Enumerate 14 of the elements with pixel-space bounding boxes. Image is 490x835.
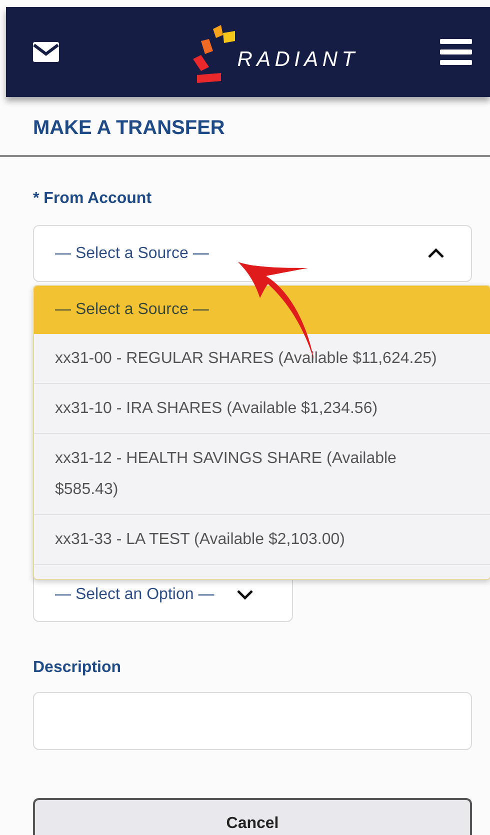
dropdown-option[interactable]: xx31-10 - IRA SHARES (Available $1,234.56) [34,384,490,434]
dropdown-option[interactable]: xx31-33 - LA TEST (Available $2,103.00) [34,515,490,565]
field-label: * From Account [33,189,153,209]
description-field[interactable] [33,692,472,750]
mail-icon[interactable] [32,41,60,63]
field-label: Description [33,658,122,678]
dropdown-option[interactable]: xx31-00 - REGULAR SHARES (Available $11,624.25) [34,334,490,384]
source-select[interactable]: — Select a Source — [33,225,472,282]
page-title: MAKE A TRANSFER [33,116,226,141]
cancel-button[interactable]: Cancel [33,798,472,835]
menu-icon[interactable] [440,39,472,65]
dropdown-option[interactable]: — Select a Source — [34,286,490,334]
logo-text: RADIANT [237,46,359,72]
dropdown-option[interactable]: xx31-12 - HEALTH SAVINGS SHARE (Available $585.43) [34,434,490,515]
